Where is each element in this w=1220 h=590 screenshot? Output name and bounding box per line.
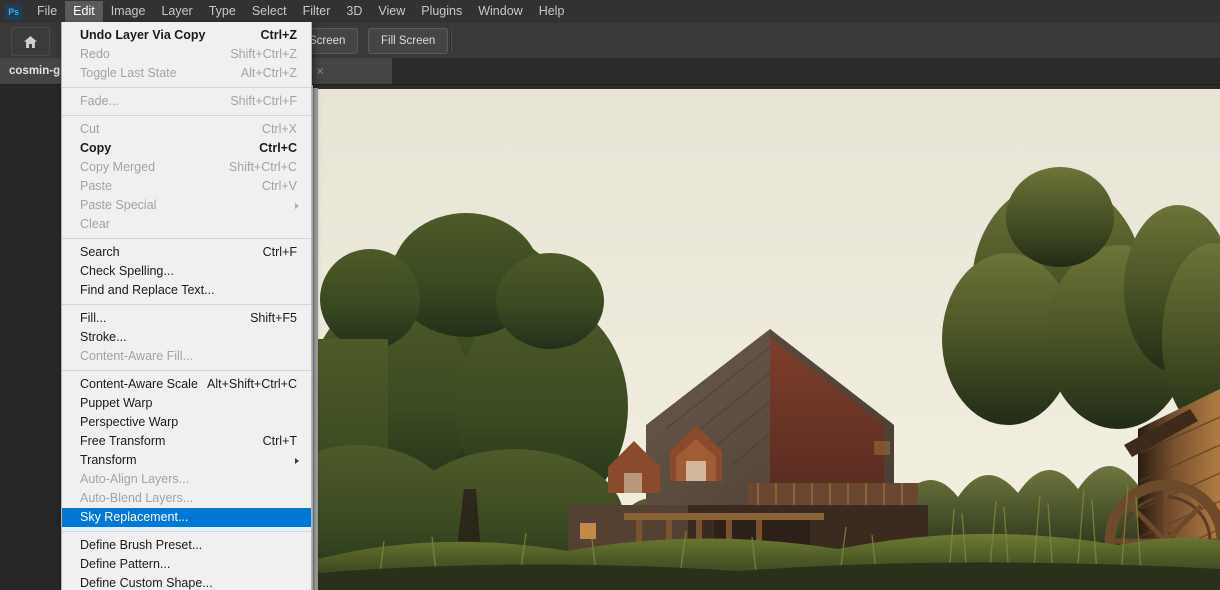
menu-item-shortcut: Alt+Shift+Ctrl+C <box>207 377 297 391</box>
menu-item-content-aware-scale[interactable]: Content-Aware Scale Alt+Shift+Ctrl+C <box>62 375 311 394</box>
menu-item-label: Content-Aware Scale <box>80 377 198 391</box>
menu-item-label: Fade... <box>80 94 119 108</box>
menu-item-label: Auto-Align Layers... <box>80 472 190 486</box>
menu-item-shortcut: Shift+Ctrl+F <box>230 94 297 108</box>
menu-item-define-pattern[interactable]: Define Pattern... <box>62 555 311 574</box>
menu-item-puppet-warp[interactable]: Puppet Warp <box>62 394 311 413</box>
menu-item-shortcut: Shift+F5 <box>250 311 297 325</box>
menu-item-paste-special: Paste Special <box>62 196 311 215</box>
menu-item-toggle-last-state: Toggle Last State Alt+Ctrl+Z <box>62 64 311 83</box>
menu-item-undo-layer-via-copy[interactable]: Undo Layer Via Copy Ctrl+Z <box>62 26 311 45</box>
menu-separator <box>62 370 311 371</box>
menu-bar: Ps File Edit Image Layer Type Select Filter 3D V… <box>0 0 1220 23</box>
menu-item-label: Content-Aware Fill... <box>80 349 194 363</box>
menu-item-label: Transform <box>80 453 137 467</box>
menu-separator <box>62 304 311 305</box>
menu-item-shortcut: Ctrl+F <box>262 245 297 259</box>
menu-item-label: Copy Merged <box>80 160 156 174</box>
menu-item-label: Cut <box>80 122 100 136</box>
menu-item-shortcut: Ctrl+Z <box>260 28 297 42</box>
menu-item-free-transform[interactable]: Free Transform Ctrl+T <box>62 432 311 451</box>
menu-item-label: Puppet Warp <box>80 396 153 410</box>
edit-dropdown-menu[interactable]: Undo Layer Via Copy Ctrl+Z Redo Shift+Ctrl+… <box>61 22 312 590</box>
menu-separator <box>62 238 311 239</box>
menu-item-sky-replacement[interactable]: Sky Replacement... <box>62 508 311 527</box>
menu-item-label: Check Spelling... <box>80 264 174 278</box>
menu-item-redo: Redo Shift+Ctrl+Z <box>62 45 311 64</box>
menu-item-perspective-warp[interactable]: Perspective Warp <box>62 413 311 432</box>
menu-item-label: Stroke... <box>80 330 127 344</box>
menu-item-shortcut: Ctrl+T <box>262 434 297 448</box>
menu-item-label: Sky Replacement... <box>80 510 189 524</box>
home-icon <box>23 35 38 49</box>
menu-item-shortcut: Ctrl+V <box>261 179 297 193</box>
menu-item-label: Clear <box>80 217 110 231</box>
menu-item-label: Paste Special <box>80 198 157 212</box>
menu-item-label: Auto-Blend Layers... <box>80 491 194 505</box>
menu-item-check-spelling[interactable]: Check Spelling... <box>62 262 311 281</box>
chevron-right-icon <box>295 457 299 464</box>
menu-item-paste: Paste Ctrl+V <box>62 177 311 196</box>
menu-item-fade: Fade... Shift+Ctrl+F <box>62 92 311 111</box>
menu-item-fill[interactable]: Fill... Shift+F5 <box>62 309 311 328</box>
fill-screen-button[interactable]: Fill Screen <box>368 28 449 54</box>
menu-item-label: Define Brush Preset... <box>80 538 203 552</box>
menu-item-stroke[interactable]: Stroke... <box>62 328 311 347</box>
menu-item-label: Define Custom Shape... <box>80 576 213 590</box>
menubar-item-view[interactable]: View <box>370 1 413 23</box>
menu-item-label: Paste <box>80 179 112 193</box>
menubar-item-filter[interactable]: Filter <box>295 1 339 23</box>
menu-item-cut: Cut Ctrl+X <box>62 120 311 139</box>
menu-item-auto-align-layers: Auto-Align Layers... <box>62 470 311 489</box>
menu-item-define-custom-shape[interactable]: Define Custom Shape... <box>62 574 311 590</box>
menu-item-label: Redo <box>80 47 110 61</box>
menubar-item-file[interactable]: File <box>29 1 65 23</box>
menu-item-copy[interactable]: Copy Ctrl+C <box>62 139 311 158</box>
menu-item-shortcut: Alt+Ctrl+Z <box>240 66 297 80</box>
menu-item-label: Define Pattern... <box>80 557 171 571</box>
menu-item-label: Fill... <box>80 311 107 325</box>
photoshop-window: Screen Fill Screen cosmin-g , RGB/8*) * … <box>0 0 1220 590</box>
menu-separator <box>62 531 311 532</box>
menu-item-label: Toggle Last State <box>80 66 177 80</box>
menubar-item-image[interactable]: Image <box>103 1 154 23</box>
chevron-right-icon <box>295 202 299 209</box>
menubar-item-help[interactable]: Help <box>531 1 573 23</box>
menubar-item-edit[interactable]: Edit <box>65 0 103 23</box>
home-button[interactable] <box>11 27 50 56</box>
menu-item-shortcut: Shift+Ctrl+C <box>228 160 297 174</box>
menu-item-label: Perspective Warp <box>80 415 179 429</box>
menu-separator <box>62 115 311 116</box>
menubar-item-plugins[interactable]: Plugins <box>413 1 470 23</box>
menu-item-label: Copy <box>80 141 112 155</box>
menu-item-transform[interactable]: Transform <box>62 451 311 470</box>
close-icon[interactable]: × <box>317 65 324 77</box>
menubar-item-type[interactable]: Type <box>201 1 244 23</box>
menu-item-label: Find and Replace Text... <box>80 283 215 297</box>
menubar-item-select[interactable]: Select <box>244 1 295 23</box>
menu-item-copy-merged: Copy Merged Shift+Ctrl+C <box>62 158 311 177</box>
menu-item-auto-blend-layers: Auto-Blend Layers... <box>62 489 311 508</box>
menu-item-search[interactable]: Search Ctrl+F <box>62 243 311 262</box>
menu-item-label: Free Transform <box>80 434 166 448</box>
menu-item-define-brush-preset[interactable]: Define Brush Preset... <box>62 536 311 555</box>
menu-separator <box>62 87 311 88</box>
menu-item-find-and-replace-text[interactable]: Find and Replace Text... <box>62 281 311 300</box>
menubar-item-window[interactable]: Window <box>470 1 530 23</box>
photoshop-logo-icon: Ps <box>5 3 22 20</box>
document-tab-name-prefix: cosmin-g <box>9 65 61 77</box>
canvas-photo[interactable] <box>318 89 1220 590</box>
menu-item-shortcut: Ctrl+C <box>259 141 297 155</box>
menubar-item-layer[interactable]: Layer <box>153 1 200 23</box>
menu-item-label: Search <box>80 245 120 259</box>
menu-item-shortcut: Ctrl+X <box>261 122 297 136</box>
menu-item-label: Undo Layer Via Copy <box>80 28 206 42</box>
options-bar-separator <box>450 29 452 52</box>
menu-item-shortcut: Shift+Ctrl+Z <box>230 47 297 61</box>
menu-item-content-aware-fill: Content-Aware Fill... <box>62 347 311 366</box>
menu-item-clear: Clear <box>62 215 311 234</box>
menubar-item-3d[interactable]: 3D <box>338 1 370 23</box>
